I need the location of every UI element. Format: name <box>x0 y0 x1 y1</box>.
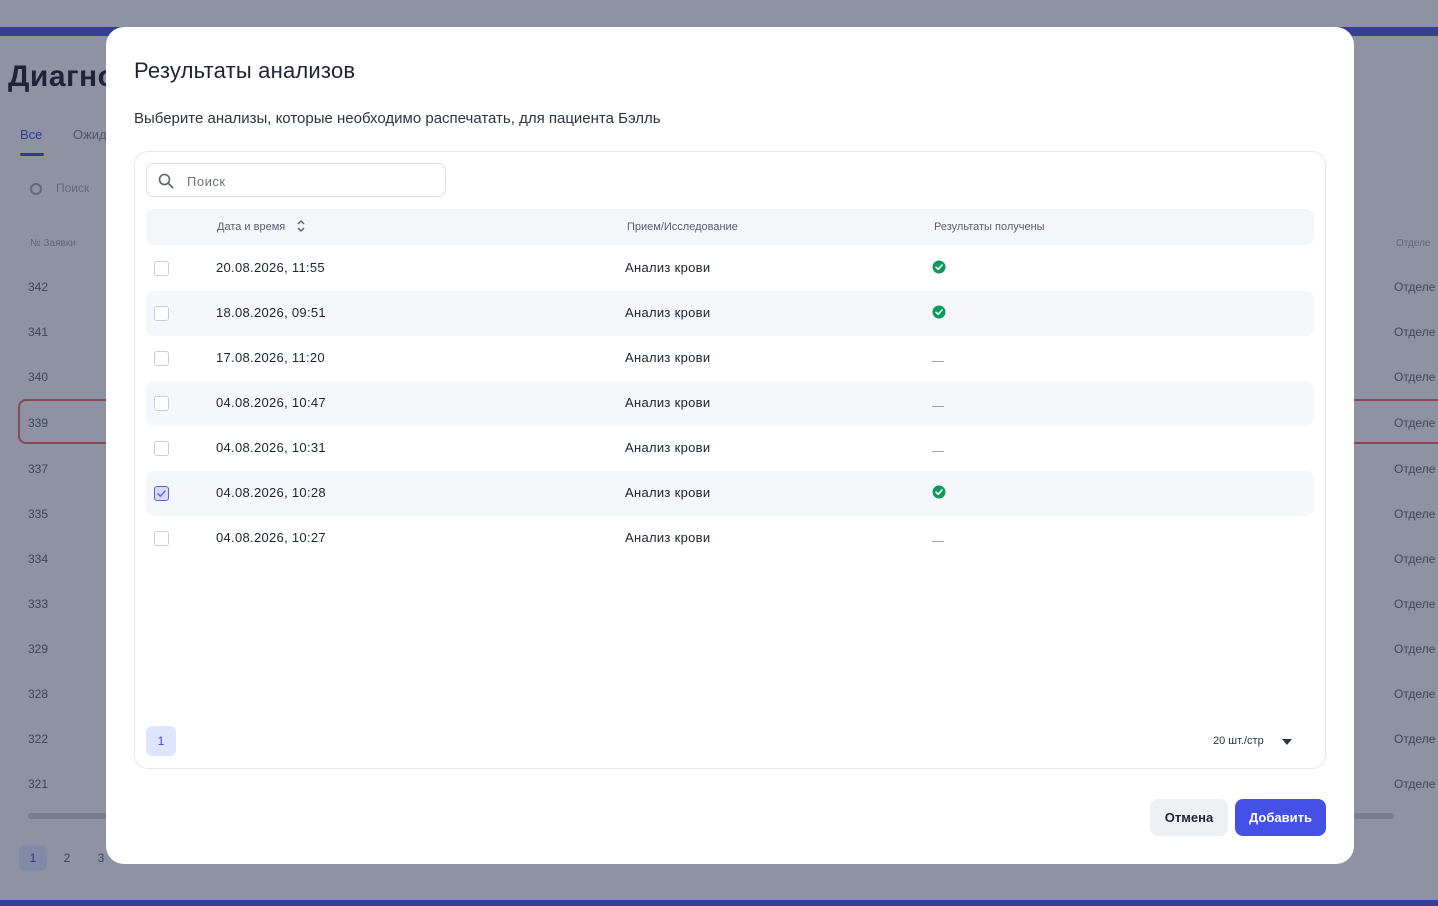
column-header-study: Прием/Исследование <box>627 221 738 233</box>
results-status <box>932 260 946 277</box>
per-page-select[interactable]: 20 шт./стр <box>1213 735 1264 747</box>
modal-title: Результаты анализов <box>134 58 356 83</box>
table-row[interactable]: 18.08.2026, 09:51 Анализ крови <box>146 291 1314 336</box>
search-field[interactable] <box>146 163 446 197</box>
row-checkbox[interactable] <box>154 441 169 456</box>
row-date: 04.08.2026, 10:28 <box>216 485 326 500</box>
search-input[interactable] <box>187 171 437 191</box>
row-date: 04.08.2026, 10:47 <box>216 395 326 410</box>
row-date: 20.08.2026, 11:55 <box>216 260 325 275</box>
results-status <box>932 350 944 365</box>
check-circle-icon <box>932 305 946 319</box>
check-circle-icon <box>932 260 946 274</box>
table-row[interactable]: 17.08.2026, 11:20 Анализ крови <box>146 336 1314 381</box>
row-study: Анализ крови <box>625 395 711 410</box>
row-date: 18.08.2026, 09:51 <box>216 305 326 320</box>
results-status <box>932 440 944 455</box>
results-status <box>932 395 944 410</box>
row-study: Анализ крови <box>625 350 711 365</box>
row-date: 04.08.2026, 10:31 <box>216 440 326 455</box>
column-header-date[interactable]: Дата и время <box>217 219 306 233</box>
caret-down-icon[interactable] <box>1282 739 1292 745</box>
table-row[interactable]: 04.08.2026, 10:31 Анализ крови <box>146 426 1314 471</box>
row-checkbox[interactable] <box>154 486 169 501</box>
row-study: Анализ крови <box>625 440 711 455</box>
cancel-button[interactable]: Отмена <box>1150 799 1228 836</box>
add-button[interactable]: Добавить <box>1235 799 1326 836</box>
dash-icon <box>932 406 944 407</box>
column-header-results: Результаты получены <box>934 221 1045 233</box>
checkmark-icon <box>157 490 166 497</box>
results-panel: Дата и время Прием/Исследование Результа… <box>134 151 1326 769</box>
row-checkbox[interactable] <box>154 306 169 321</box>
table-header: Дата и время Прием/Исследование Результа… <box>146 209 1314 245</box>
table-row[interactable]: 04.08.2026, 10:47 Анализ крови <box>146 381 1314 426</box>
sort-icon[interactable] <box>296 219 306 233</box>
dash-icon <box>932 361 944 362</box>
results-status <box>932 530 944 545</box>
table-row[interactable]: 04.08.2026, 10:28 Анализ крови <box>146 471 1314 516</box>
test-results-modal: Результаты анализов Выберите анализы, ко… <box>106 27 1354 864</box>
dash-icon <box>932 451 944 452</box>
check-circle-icon <box>932 485 946 499</box>
row-checkbox[interactable] <box>154 261 169 276</box>
row-date: 17.08.2026, 11:20 <box>216 350 325 365</box>
search-icon <box>158 173 174 189</box>
row-study: Анализ крови <box>625 305 711 320</box>
dash-icon <box>932 541 944 542</box>
row-study: Анализ крови <box>625 260 711 275</box>
table-row[interactable]: 20.08.2026, 11:55 Анализ крови <box>146 246 1314 291</box>
page-button-1[interactable]: 1 <box>146 726 176 756</box>
modal-subtitle: Выберите анализы, которые необходимо рас… <box>134 110 661 127</box>
row-checkbox[interactable] <box>154 351 169 366</box>
row-study: Анализ крови <box>625 530 711 545</box>
row-checkbox[interactable] <box>154 531 169 546</box>
row-study: Анализ крови <box>625 485 711 500</box>
table-row[interactable]: 04.08.2026, 10:27 Анализ крови <box>146 516 1314 561</box>
row-date: 04.08.2026, 10:27 <box>216 530 326 545</box>
row-checkbox[interactable] <box>154 396 169 411</box>
results-status <box>932 305 946 322</box>
results-status <box>932 485 946 502</box>
column-header-date-label: Дата и время <box>217 221 286 233</box>
